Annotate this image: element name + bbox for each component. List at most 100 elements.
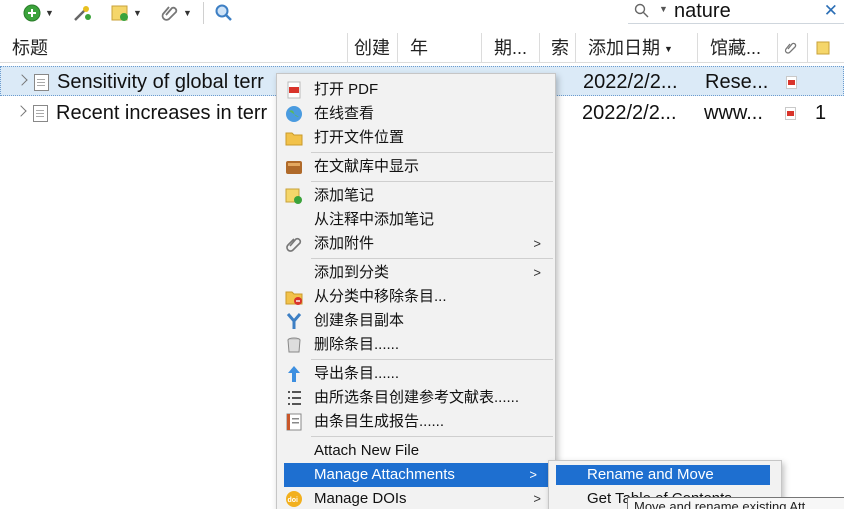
menu-item-open-pdf[interactable]: 打开 PDF (277, 78, 555, 102)
folder-icon (285, 132, 303, 146)
column-index[interactable]: 索 (540, 33, 576, 63)
column-library-catalog[interactable]: 馆藏... (698, 33, 778, 63)
menu-item-add-to-collection[interactable]: 添加到分类 > (277, 261, 555, 285)
menu-item-create-bibliography[interactable]: 由所选条目创建参考文献表...... (277, 386, 555, 410)
row-title: Recent increases in terr (56, 102, 268, 124)
submenu-arrow-icon: > (533, 265, 541, 280)
menu-item-add-attachment[interactable]: 添加附件 > (277, 232, 555, 256)
menu-item-show-file[interactable]: 打开文件位置 (277, 126, 555, 150)
library-icon (286, 161, 302, 174)
submenu-item-label: Rename and Move (587, 466, 714, 483)
menu-item-label: 由条目生成报告...... (314, 413, 445, 430)
add-attachment-button[interactable]: ▼ (160, 2, 192, 24)
note-icon (816, 41, 830, 55)
document-icon (33, 105, 48, 122)
menu-item-export-item[interactable]: 导出条目...... (277, 362, 555, 386)
menu-item-generate-report[interactable]: 由条目生成报告...... (277, 410, 555, 434)
export-icon (288, 366, 300, 382)
advanced-search-button[interactable] (214, 2, 234, 24)
chevron-down-icon: ▼ (45, 8, 54, 18)
row-library-catalog: www... (704, 102, 763, 124)
menu-item-add-note-from-annotations[interactable]: 从注释中添加笔记 (277, 208, 555, 232)
column-title[interactable]: 标题 (0, 33, 348, 63)
pdf-icon (287, 81, 301, 99)
trash-icon (287, 337, 301, 353)
row-title: Sensitivity of global terr (57, 71, 264, 93)
pdf-attachment-icon[interactable] (786, 76, 797, 89)
menu-item-label: Attach New File (314, 442, 420, 459)
menu-item-label: 删除条目...... (314, 336, 400, 353)
menu-item-label: Manage DOIs (314, 490, 407, 507)
column-label: 期... (494, 38, 528, 58)
column-date-added[interactable]: 添加日期 ▼ (576, 33, 698, 63)
column-issue[interactable]: 期... (482, 33, 540, 63)
report-icon (286, 413, 302, 431)
menu-separator (311, 181, 553, 182)
search-box[interactable]: ▼ ✕ (628, 0, 844, 24)
menu-item-view-online[interactable]: 在线查看 (277, 102, 555, 126)
column-notes[interactable] (808, 33, 844, 63)
add-by-identifier-button[interactable] (72, 2, 92, 24)
search-mode-caret-icon[interactable]: ▼ (659, 4, 668, 14)
row-date-added: 2022/2/2... (583, 71, 678, 93)
bibliography-icon (288, 391, 301, 405)
column-label: 标题 (12, 38, 48, 58)
column-attachments[interactable] (778, 33, 808, 63)
menu-item-label: 添加笔记 (314, 187, 375, 204)
menu-item-label: 添加到分类 (314, 264, 390, 281)
menu-item-label: 从分类中移除条目... (314, 288, 447, 305)
paperclip-icon (286, 237, 302, 252)
chevron-down-icon: ▼ (133, 8, 142, 18)
menu-item-label: 导出条目...... (314, 365, 400, 382)
submenu-arrow-icon: > (529, 467, 537, 482)
pdf-attachment-icon[interactable] (785, 107, 796, 120)
menu-item-label: Manage Attachments (314, 466, 455, 483)
tooltip: Move and rename existing Att (627, 497, 844, 509)
context-menu: 打开 PDF 在线查看 打开文件位置 在文献库中显示 添加笔记 从注释中添加笔记… (276, 73, 556, 509)
new-item-button[interactable]: ▼ (22, 2, 54, 24)
new-note-button[interactable]: ▼ (110, 2, 142, 24)
add-note-icon (285, 188, 302, 204)
remove-from-collection-icon (285, 291, 303, 305)
menu-item-label: 创建条目副本 (314, 312, 405, 329)
row-library-catalog: Rese... (705, 71, 769, 93)
menu-item-delete-item[interactable]: 删除条目...... (277, 333, 555, 357)
column-label: 创建 (354, 38, 390, 58)
expand-chevron-icon[interactable] (16, 74, 28, 86)
menu-item-attach-new-file[interactable]: Attach New File (277, 439, 555, 463)
menu-item-manage-attachments[interactable]: Manage Attachments > (284, 463, 551, 487)
magic-wand-icon (74, 6, 91, 21)
row-date-added: 2022/2/2... (582, 102, 677, 124)
menu-item-label: 打开文件位置 (314, 129, 405, 146)
column-header-row: 标题 创建 年 期... 索 添加日期 ▼ 馆藏... (0, 33, 844, 63)
menu-item-remove-from-collection[interactable]: 从分类中移除条目... (277, 285, 555, 309)
submenu-arrow-icon: > (533, 491, 541, 506)
row-notes-count: 1 (815, 102, 827, 124)
svg-text:doi: doi (288, 497, 299, 504)
search-input[interactable] (674, 0, 824, 22)
menu-separator (311, 258, 553, 259)
magnifier-icon (215, 4, 232, 21)
note-icon (111, 5, 128, 21)
menu-item-label: 在线查看 (314, 105, 375, 122)
column-creator[interactable]: 创建 (348, 33, 398, 63)
menu-item-label: 在文献库中显示 (314, 158, 420, 175)
globe-icon (286, 106, 302, 122)
menu-item-add-note[interactable]: 添加笔记 (277, 184, 555, 208)
menu-item-label: 从注释中添加笔记 (314, 211, 435, 228)
menu-item-manage-dois[interactable]: doi Manage DOIs > (277, 487, 555, 509)
expand-chevron-icon[interactable] (15, 105, 27, 117)
menu-item-show-in-library[interactable]: 在文献库中显示 (277, 155, 555, 179)
toolbar-divider (203, 2, 204, 24)
toolbar: ▼ ▼ ▼ ▼ ✕ (0, 0, 844, 28)
menu-separator (311, 359, 553, 360)
menu-item-label: 打开 PDF (314, 81, 379, 98)
menu-item-duplicate-item[interactable]: 创建条目副本 (277, 309, 555, 333)
menu-separator (311, 152, 553, 153)
menu-item-label: 由所选条目创建参考文献表...... (314, 389, 520, 406)
column-year[interactable]: 年 (398, 33, 482, 63)
document-icon (34, 74, 49, 91)
clear-search-icon[interactable]: ✕ (824, 0, 838, 22)
column-label: 添加日期 (588, 38, 660, 58)
submenu-item-rename-and-move[interactable]: Rename and Move (556, 465, 770, 485)
